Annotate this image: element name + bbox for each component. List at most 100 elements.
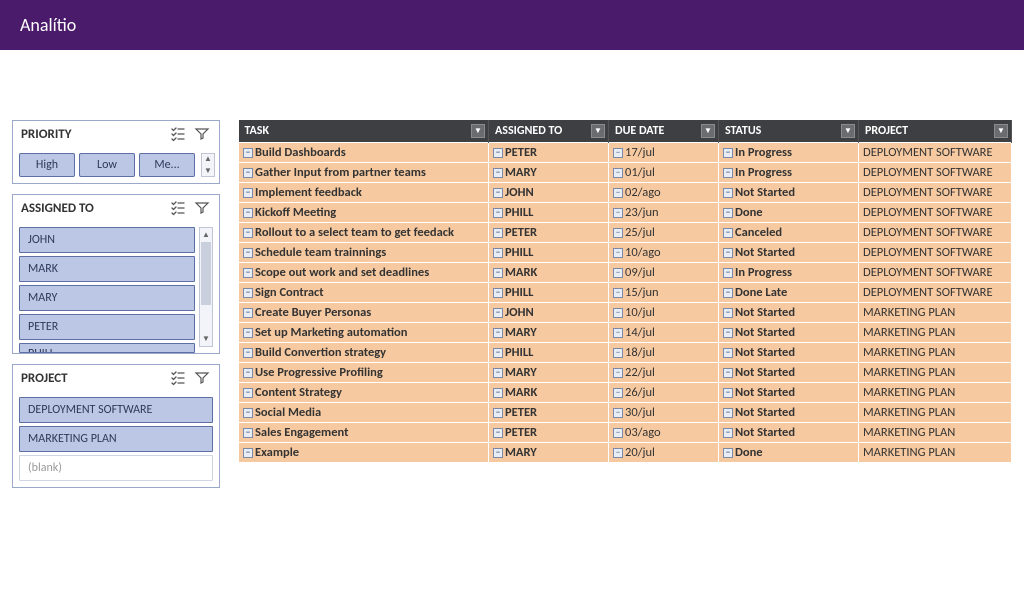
column-header-status[interactable]: STATUS ▼ [719,120,859,143]
scroll-thumb[interactable] [201,242,211,305]
collapse-toggle-icon[interactable]: − [613,208,623,218]
column-header-project[interactable]: PROJECT ▼ [859,120,1012,143]
clear-filter-icon[interactable] [193,199,211,217]
table-row[interactable]: −Use Progressive Profiling−MARY−22/jul−N… [239,363,1012,383]
collapse-toggle-icon[interactable]: − [243,248,253,258]
filter-dropdown-icon[interactable]: ▼ [701,124,715,138]
table-row[interactable]: −Scope out work and set deadlines−MARK−0… [239,263,1012,283]
collapse-toggle-icon[interactable]: − [493,408,503,418]
collapse-toggle-icon[interactable]: − [723,428,733,438]
clear-filter-icon[interactable] [193,369,211,387]
collapse-toggle-icon[interactable]: − [493,168,503,178]
collapse-toggle-icon[interactable]: − [243,408,253,418]
project-option-blank[interactable]: (blank) [19,455,213,481]
collapse-toggle-icon[interactable]: − [613,148,623,158]
collapse-toggle-icon[interactable]: − [723,348,733,358]
filter-dropdown-icon[interactable]: ▼ [471,124,485,138]
collapse-toggle-icon[interactable]: − [723,408,733,418]
collapse-toggle-icon[interactable]: − [243,148,253,158]
collapse-toggle-icon[interactable]: − [723,268,733,278]
collapse-toggle-icon[interactable]: − [493,268,503,278]
collapse-toggle-icon[interactable]: − [723,388,733,398]
collapse-toggle-icon[interactable]: − [243,328,253,338]
collapse-toggle-icon[interactable]: − [243,308,253,318]
clear-filter-icon[interactable] [193,125,211,143]
collapse-toggle-icon[interactable]: − [493,148,503,158]
collapse-toggle-icon[interactable]: − [243,388,253,398]
collapse-toggle-icon[interactable]: − [243,428,253,438]
collapse-toggle-icon[interactable]: − [723,148,733,158]
collapse-toggle-icon[interactable]: − [723,368,733,378]
table-row[interactable]: −Kickoff Meeting−PHILL−23/jun−DoneDEPLOY… [239,203,1012,223]
collapse-toggle-icon[interactable]: − [613,188,623,198]
collapse-toggle-icon[interactable]: − [493,248,503,258]
collapse-toggle-icon[interactable]: − [493,428,503,438]
multiselect-icon[interactable] [169,369,187,387]
collapse-toggle-icon[interactable]: − [613,168,623,178]
multiselect-icon[interactable] [169,199,187,217]
collapse-toggle-icon[interactable]: − [493,308,503,318]
assigned-option[interactable]: MARY [19,285,195,311]
collapse-toggle-icon[interactable]: − [723,228,733,238]
collapse-toggle-icon[interactable]: − [243,208,253,218]
collapse-toggle-icon[interactable]: − [243,448,253,458]
collapse-toggle-icon[interactable]: − [243,288,253,298]
collapse-toggle-icon[interactable]: − [493,188,503,198]
collapse-toggle-icon[interactable]: − [613,268,623,278]
multiselect-icon[interactable] [169,125,187,143]
column-header-assigned[interactable]: ASSIGNED TO ▼ [489,120,609,143]
collapse-toggle-icon[interactable]: − [493,208,503,218]
collapse-toggle-icon[interactable]: − [243,348,253,358]
table-row[interactable]: −Set up Marketing automation−MARY−14/jul… [239,323,1012,343]
collapse-toggle-icon[interactable]: − [493,348,503,358]
collapse-toggle-icon[interactable]: − [243,228,253,238]
assigned-option[interactable]: MARK [19,256,195,282]
table-row[interactable]: −Build Dashboards−PETER−17/jul−In Progre… [239,143,1012,163]
collapse-toggle-icon[interactable]: − [723,328,733,338]
collapse-toggle-icon[interactable]: − [613,328,623,338]
collapse-toggle-icon[interactable]: − [613,308,623,318]
scroll-up-arrow-icon[interactable]: ▲ [204,154,212,164]
collapse-toggle-icon[interactable]: − [243,268,253,278]
collapse-toggle-icon[interactable]: − [613,388,623,398]
assigned-option-overflow[interactable]: PHILL [19,343,195,353]
table-row[interactable]: −Build Convertion strategy−PHILL−18/jul−… [239,343,1012,363]
collapse-toggle-icon[interactable]: − [613,428,623,438]
collapse-toggle-icon[interactable]: − [493,288,503,298]
collapse-toggle-icon[interactable]: − [723,188,733,198]
collapse-toggle-icon[interactable]: − [613,348,623,358]
collapse-toggle-icon[interactable]: − [243,188,253,198]
table-row[interactable]: −Sign Contract−PHILL−15/jun−Done LateDEP… [239,283,1012,303]
table-row[interactable]: −Schedule team trainnings−PHILL−10/ago−N… [239,243,1012,263]
priority-option-low[interactable]: Low [79,153,135,177]
priority-option-high[interactable]: High [19,153,75,177]
collapse-toggle-icon[interactable]: − [243,168,253,178]
collapse-toggle-icon[interactable]: − [613,408,623,418]
filter-dropdown-icon[interactable]: ▼ [994,124,1008,138]
collapse-toggle-icon[interactable]: − [613,448,623,458]
collapse-toggle-icon[interactable]: − [723,168,733,178]
collapse-toggle-icon[interactable]: − [493,388,503,398]
priority-option-medium[interactable]: Me... [139,153,195,177]
assigned-option[interactable]: PETER [19,314,195,340]
collapse-toggle-icon[interactable]: − [613,248,623,258]
table-row[interactable]: −Example−MARY−20/jul−DoneMARKETING PLAN [239,443,1012,463]
column-header-task[interactable]: TASK ▼ [239,120,489,143]
collapse-toggle-icon[interactable]: − [723,288,733,298]
assigned-option[interactable]: JOHN [19,227,195,253]
filter-dropdown-icon[interactable]: ▼ [841,124,855,138]
table-row[interactable]: −Gather Input from partner teams−MARY−01… [239,163,1012,183]
project-option[interactable]: MARKETING PLAN [19,426,213,452]
scroll-up-arrow-icon[interactable]: ▲ [202,228,210,242]
table-row[interactable]: −Implement feedback−JOHN−02/ago−Not Star… [239,183,1012,203]
collapse-toggle-icon[interactable]: − [613,228,623,238]
collapse-toggle-icon[interactable]: − [243,368,253,378]
table-row[interactable]: −Rollout to a select team to get feedack… [239,223,1012,243]
collapse-toggle-icon[interactable]: − [723,448,733,458]
collapse-toggle-icon[interactable]: − [613,288,623,298]
table-row[interactable]: −Content Strategy−MARK−26/jul−Not Starte… [239,383,1012,403]
slicer-scrollbar[interactable]: ▲ ▼ [199,227,213,347]
collapse-toggle-icon[interactable]: − [723,208,733,218]
collapse-toggle-icon[interactable]: − [613,368,623,378]
collapse-toggle-icon[interactable]: − [493,328,503,338]
